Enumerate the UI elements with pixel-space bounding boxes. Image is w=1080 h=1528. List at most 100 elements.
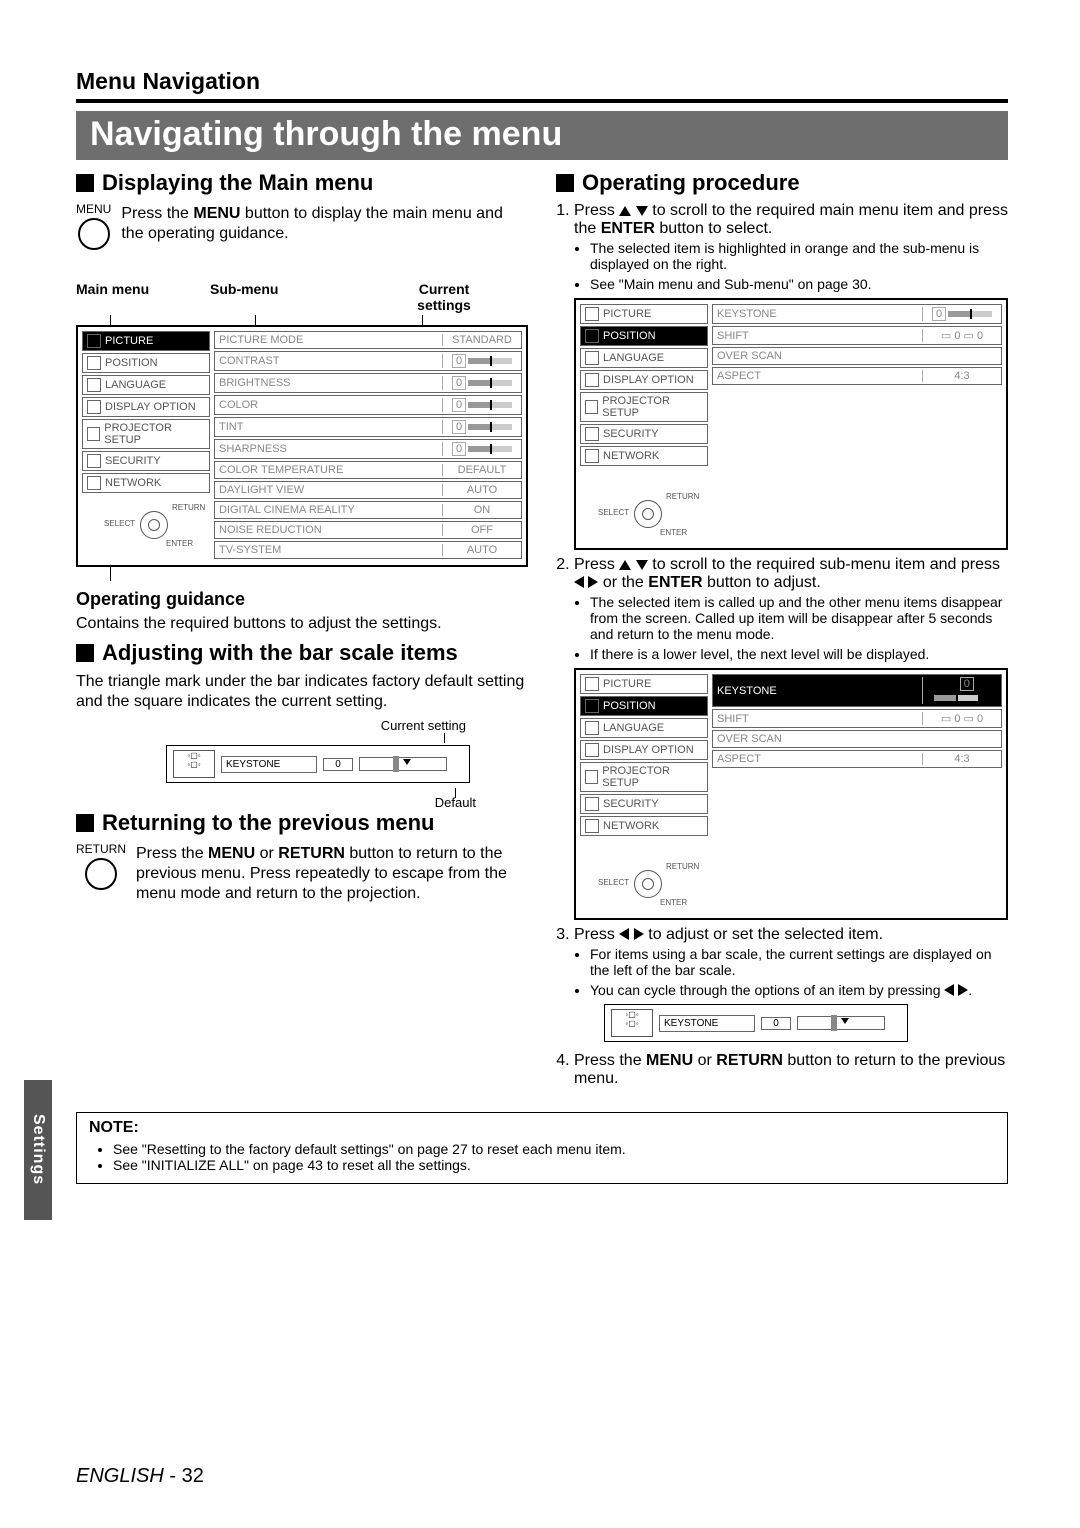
menu-item-icon — [87, 334, 101, 348]
osd-main-item: POSITION — [580, 326, 708, 346]
osd-main-item: PROJECTOR SETUP — [580, 762, 708, 792]
osd-sub-item: SHARPNESS0 — [214, 439, 522, 459]
osd-main-item: SECURITY — [580, 424, 708, 444]
menu-item-icon — [87, 378, 101, 392]
menu-button-graphic: MENU — [76, 202, 111, 255]
osd-main-item: NETWORK — [580, 816, 708, 836]
left-arrow-icon — [619, 928, 629, 940]
osd-main-item: PROJECTOR SETUP — [82, 419, 210, 449]
note-item: See "Resetting to the factory default se… — [113, 1141, 995, 1157]
default-pointer: Default — [166, 795, 476, 810]
menu-item-icon — [585, 329, 599, 343]
step1-bullet: The selected item is highlighted in oran… — [590, 240, 1008, 272]
menu-item-icon — [585, 307, 599, 321]
menu-item-icon — [87, 454, 101, 468]
up-arrow-icon — [619, 206, 631, 216]
osd-sub-item: BRIGHTNESS0 — [214, 373, 522, 393]
osd-main-item: SECURITY — [82, 451, 210, 471]
osd-main-item: LANGUAGE — [82, 375, 210, 395]
osd-main-item: DISPLAY OPTION — [580, 740, 708, 760]
down-arrow-icon — [636, 560, 648, 570]
osd-main-item: PICTURE — [580, 674, 708, 694]
menu-item-icon — [585, 373, 599, 387]
section-rule — [76, 99, 1008, 103]
bullet-square-icon — [76, 644, 94, 662]
operating-guidance-text: Contains the required buttons to adjust … — [76, 614, 528, 634]
bullet-square-icon — [556, 174, 574, 192]
osd-sub-item: SHIFT▭ 0 ▭ 0 — [712, 326, 1002, 345]
osd-sub-item: DIGITAL CINEMA REALITYON — [214, 501, 522, 519]
up-arrow-icon — [619, 560, 631, 570]
osd-main-item: NETWORK — [580, 446, 708, 466]
osd-sub-item: CONTRAST0 — [214, 351, 522, 371]
h-returning-previous: Returning to the previous menu — [76, 810, 528, 836]
menu-item-icon — [585, 351, 599, 365]
step3-bullet: For items using a bar scale, the current… — [590, 946, 1008, 978]
osd-main-item: DISPLAY OPTION — [82, 397, 210, 417]
step3-bullet: You can cycle through the options of an … — [590, 982, 1008, 998]
osd-main-item: POSITION — [82, 353, 210, 373]
osd-sub-item: SHIFT▭ 0 ▭ 0 — [712, 709, 1002, 728]
bullet-square-icon — [76, 814, 94, 832]
osd-sub-item: NOISE REDUCTIONOFF — [214, 521, 522, 539]
display-main-menu-text: Press the MENU button to display the mai… — [121, 204, 528, 244]
note-box: NOTE: See "Resetting to the factory defa… — [76, 1112, 1008, 1184]
note-title: NOTE: — [89, 1119, 995, 1137]
dpad-icon: ◦▢◦◦▢◦ — [611, 1009, 653, 1037]
osd-step2: PICTUREPOSITIONLANGUAGEDISPLAY OPTIONPRO… — [574, 668, 1008, 920]
osd-main-item: DISPLAY OPTION — [580, 370, 708, 390]
step-1: Press to scroll to the required main men… — [574, 202, 1008, 550]
menu-item-icon — [585, 427, 599, 441]
step2-bullet: If there is a lower level, the next leve… — [590, 646, 1008, 662]
section-header: Menu Navigation — [76, 68, 1008, 95]
barscale-step3: ◦▢◦◦▢◦ KEYSTONE 0 — [604, 1004, 908, 1042]
osd-sub-item: ASPECT4:3 — [712, 750, 1002, 768]
osd-main-item: PICTURE — [580, 304, 708, 324]
menu-item-icon — [585, 797, 599, 811]
menu-item-icon — [87, 476, 101, 490]
menu-item-icon — [585, 449, 599, 463]
page-footer: ENGLISH - 32 — [76, 1465, 204, 1488]
menu-item-icon — [585, 721, 599, 735]
osd-sub-item: TINT0 — [214, 417, 522, 437]
return-button-graphic: RETURN — [76, 842, 126, 895]
menu-button-icon — [78, 218, 110, 250]
left-column: Displaying the Main menu MENU Press the … — [76, 170, 528, 1094]
step2-bullet: The selected item is called up and the o… — [590, 594, 1008, 642]
h-operating-procedure: Operating procedure — [556, 170, 1008, 196]
bullet-square-icon — [76, 174, 94, 192]
osd-step1: PICTUREPOSITIONLANGUAGEDISPLAY OPTIONPRO… — [574, 298, 1008, 550]
return-button-icon — [85, 858, 117, 890]
h-displaying-main-menu: Displaying the Main menu — [76, 170, 528, 196]
current-setting-pointer: Current setting — [166, 718, 466, 733]
procedure-steps: Press to scroll to the required main men… — [556, 202, 1008, 1088]
osd-sub-item: OVER SCAN — [712, 347, 1002, 365]
osd-main-item: SECURITY — [580, 794, 708, 814]
h-adjusting-bar-scale: Adjusting with the bar scale items — [76, 640, 528, 666]
osd-main-item: LANGUAGE — [580, 718, 708, 738]
note-item: See "INITIALIZE ALL" on page 43 to reset… — [113, 1157, 995, 1173]
menu-item-icon — [585, 677, 599, 691]
osd-sub-item: KEYSTONE◀ 0 ▶ — [712, 674, 1002, 707]
right-arrow-icon — [634, 928, 644, 940]
menu-item-icon — [585, 770, 598, 784]
osd-main-item: NETWORK — [82, 473, 210, 493]
menu-item-icon — [585, 819, 599, 833]
osd-sub-item: COLOR0 — [214, 395, 522, 415]
osd-sub-item: KEYSTONE0 — [712, 304, 1002, 324]
osd-main-item: POSITION — [580, 696, 708, 716]
osd-column-labels: Main menu Sub-menu Currentsettings — [76, 281, 528, 313]
osd-sub-item: COLOR TEMPERATUREDEFAULT — [214, 461, 522, 479]
return-text: Press the MENU or RETURN button to retur… — [136, 844, 528, 904]
osd-main-menu: PICTUREPOSITIONLANGUAGEDISPLAY OPTIONPRO… — [76, 325, 528, 567]
menu-item-icon — [87, 356, 101, 370]
page-banner: Navigating through the menu — [76, 111, 1008, 160]
menu-item-icon — [585, 743, 599, 757]
osd-main-item: PROJECTOR SETUP — [580, 392, 708, 422]
osd-sub-item: TV-SYSTEMAUTO — [214, 541, 522, 559]
right-arrow-icon — [588, 576, 598, 588]
osd-sub-item: ASPECT4:3 — [712, 367, 1002, 385]
menu-item-icon — [585, 400, 598, 414]
step1-bullet: See "Main menu and Sub-menu" on page 30. — [590, 276, 1008, 292]
osd-tick-lines — [76, 315, 528, 325]
